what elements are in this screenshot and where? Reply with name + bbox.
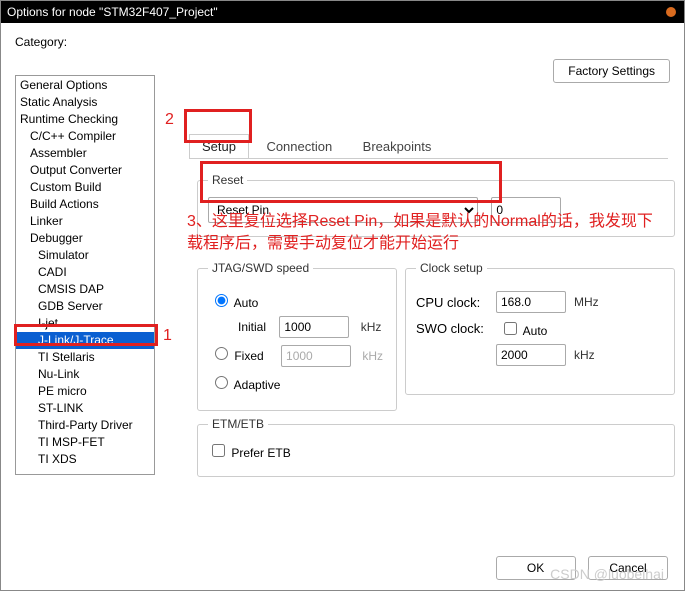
- etm-etb-group: ETM/ETB Prefer ETB: [197, 417, 675, 477]
- khz-unit-disabled: kHz: [362, 349, 383, 363]
- fixed-speed-input: [281, 345, 351, 367]
- category-item[interactable]: Simulator: [16, 247, 154, 264]
- tab-bar: Setup Connection Breakpoints: [189, 133, 668, 159]
- category-item[interactable]: GDB Server: [16, 298, 154, 315]
- category-item[interactable]: Static Analysis: [16, 94, 154, 111]
- category-item[interactable]: Custom Build: [16, 179, 154, 196]
- khz-unit-2: kHz: [574, 348, 595, 362]
- factory-settings-button[interactable]: Factory Settings: [553, 59, 670, 83]
- initial-label: Initial: [238, 320, 266, 334]
- category-item[interactable]: ST-LINK: [16, 400, 154, 417]
- swo-clock-input[interactable]: [496, 344, 566, 366]
- category-item[interactable]: CMSIS DAP: [16, 281, 154, 298]
- category-item[interactable]: Linker: [16, 213, 154, 230]
- category-item[interactable]: Debugger: [16, 230, 154, 247]
- category-item[interactable]: PE micro: [16, 383, 154, 400]
- swo-auto-checkbox[interactable]: Auto: [500, 319, 547, 338]
- tab-connection[interactable]: Connection: [253, 134, 345, 158]
- reset-delay-input[interactable]: [491, 197, 561, 223]
- category-item[interactable]: TI Stellaris: [16, 349, 154, 366]
- category-item[interactable]: J-Link/J-Trace: [16, 332, 154, 349]
- category-item[interactable]: CADI: [16, 264, 154, 281]
- etm-legend: ETM/ETB: [208, 417, 268, 431]
- jtag-speed-group: JTAG/SWD speed Auto Initial kHz Fixed kH…: [197, 261, 397, 411]
- speed-auto-radio[interactable]: Auto: [210, 296, 258, 310]
- reset-type-select[interactable]: Reset Pin: [208, 197, 478, 223]
- mhz-unit: MHz: [574, 295, 599, 309]
- swo-clock-label: SWO clock:: [416, 321, 496, 336]
- category-label: Category:: [15, 35, 674, 49]
- cpu-clock-label: CPU clock:: [416, 295, 496, 310]
- speed-adaptive-radio[interactable]: Adaptive: [210, 378, 280, 392]
- ok-button[interactable]: OK: [496, 556, 576, 580]
- khz-unit: kHz: [361, 320, 382, 334]
- clock-legend: Clock setup: [416, 261, 487, 275]
- clock-setup-group: Clock setup CPU clock: MHz SWO clock: Au…: [405, 261, 675, 395]
- tab-breakpoints[interactable]: Breakpoints: [350, 134, 445, 158]
- category-item[interactable]: Nu-Link: [16, 366, 154, 383]
- reset-group: Reset Reset Pin: [197, 173, 675, 237]
- category-item[interactable]: TI XDS: [16, 451, 154, 468]
- category-list[interactable]: General OptionsStatic AnalysisRuntime Ch…: [15, 75, 155, 475]
- jtag-legend: JTAG/SWD speed: [208, 261, 313, 275]
- reset-legend: Reset: [208, 173, 247, 187]
- category-item[interactable]: Assembler: [16, 145, 154, 162]
- category-item[interactable]: Build Actions: [16, 196, 154, 213]
- category-item[interactable]: I-jet: [16, 315, 154, 332]
- title-bar: Options for node "STM32F407_Project": [1, 1, 684, 23]
- category-item[interactable]: Runtime Checking: [16, 111, 154, 128]
- cancel-button[interactable]: Cancel: [588, 556, 668, 580]
- category-item[interactable]: Output Converter: [16, 162, 154, 179]
- prefer-etb-checkbox[interactable]: Prefer ETB: [208, 446, 291, 460]
- category-item[interactable]: C/C++ Compiler: [16, 128, 154, 145]
- initial-speed-input[interactable]: [279, 316, 349, 338]
- dialog-footer: OK Cancel: [488, 556, 668, 580]
- window-title: Options for node "STM32F407_Project": [7, 5, 218, 19]
- category-item[interactable]: TI MSP-FET: [16, 434, 154, 451]
- tab-setup[interactable]: Setup: [189, 134, 249, 158]
- speed-fixed-radio[interactable]: Fixed: [210, 349, 264, 363]
- category-item[interactable]: General Options: [16, 77, 154, 94]
- cpu-clock-input[interactable]: [496, 291, 566, 313]
- close-icon[interactable]: [666, 7, 676, 17]
- category-item[interactable]: Third-Party Driver: [16, 417, 154, 434]
- dialog-body: Category: Factory Settings General Optio…: [1, 23, 684, 542]
